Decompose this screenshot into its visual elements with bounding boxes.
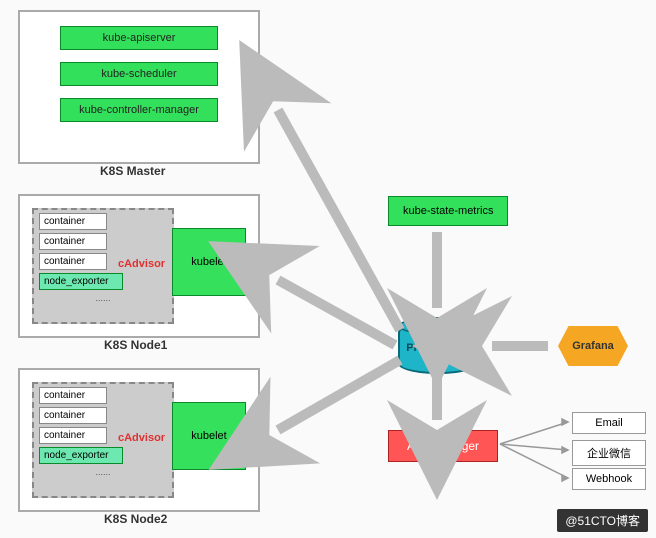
kubelet-box: kubelet — [172, 228, 246, 296]
master-comp: kube-apiserver — [60, 26, 218, 50]
container-label: container — [39, 407, 107, 424]
container-label: container — [39, 253, 107, 270]
node2-pod: container container container node_expor… — [32, 382, 174, 498]
node-exporter-label: node_exporter — [39, 447, 123, 464]
ellipsis: ...... — [34, 467, 172, 477]
container-label: container — [39, 233, 107, 250]
output-wechat: 企业微信 — [572, 440, 646, 466]
output-email: Email — [572, 412, 646, 434]
prometheus-cylinder: Prometheus — [398, 322, 478, 374]
ellipsis: ...... — [34, 293, 172, 303]
node1-title: K8S Node1 — [104, 338, 167, 352]
kubelet-label: kubelet — [191, 430, 226, 442]
prometheus-label: Prometheus — [400, 342, 476, 354]
output-webhook: Webhook — [572, 468, 646, 490]
k8s-master-box: kube-apiserver kube-scheduler kube-contr… — [18, 10, 260, 164]
node2-title: K8S Node2 — [104, 512, 167, 526]
k8s-node1-box: container container container node_expor… — [18, 194, 260, 338]
kube-state-metrics-box: kube-state-metrics — [388, 196, 508, 226]
container-label: container — [39, 427, 107, 444]
grafana-hex: Grafana — [558, 326, 628, 366]
container-label: container — [39, 213, 107, 230]
master-comp: kube-controller-manager — [60, 98, 218, 122]
kubelet-box: kubelet — [172, 402, 246, 470]
grafana-label: Grafana — [572, 340, 614, 352]
container-label: container — [39, 387, 107, 404]
alertmanager-box: Alertmanager — [388, 430, 498, 462]
cadvisor-label: cAdvisor — [118, 258, 165, 270]
node1-pod: container container container node_expor… — [32, 208, 174, 324]
node-exporter-label: node_exporter — [39, 273, 123, 290]
watermark: @51CTO博客 — [557, 509, 648, 532]
master-title: K8S Master — [100, 164, 165, 178]
k8s-node2-box: container container container node_expor… — [18, 368, 260, 512]
master-comp: kube-scheduler — [60, 62, 218, 86]
cadvisor-label: cAdvisor — [118, 432, 165, 444]
kubelet-label: kubelet — [191, 256, 226, 268]
